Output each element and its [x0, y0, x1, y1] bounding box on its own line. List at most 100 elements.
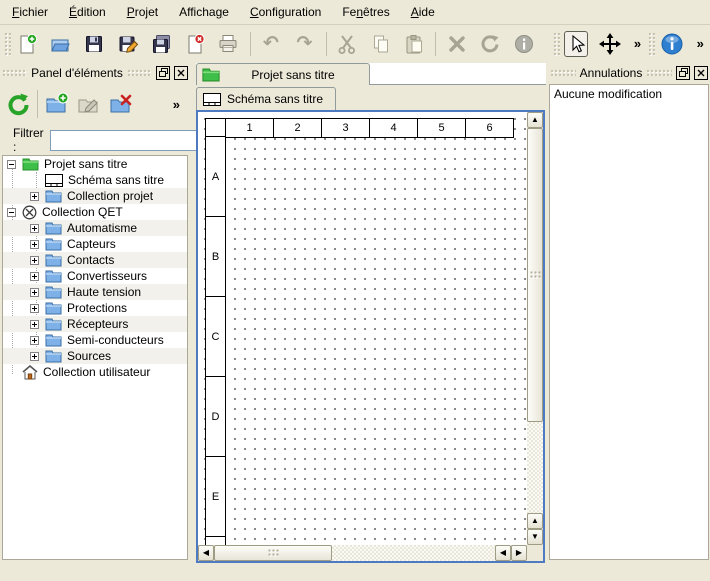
edit-category-button[interactable]	[75, 89, 103, 119]
toolbar-overflow-button[interactable]: »	[694, 36, 707, 51]
save-all-button[interactable]	[149, 31, 174, 57]
save-button[interactable]	[82, 31, 107, 57]
collapse-expander-icon[interactable]	[7, 208, 16, 217]
expand-expander-icon[interactable]	[30, 272, 39, 281]
tree-item-automatisme[interactable]: Automatisme	[3, 220, 187, 236]
scroll-right-button[interactable]: ▶	[511, 545, 527, 561]
save-as-button[interactable]	[115, 31, 140, 57]
open-document-button[interactable]	[48, 31, 73, 57]
expand-expander-icon[interactable]	[30, 256, 39, 265]
toolbar-drag-handle[interactable]	[648, 32, 655, 56]
copy-icon	[370, 33, 392, 55]
expand-expander-icon[interactable]	[30, 240, 39, 249]
float-panel-button[interactable]	[676, 66, 690, 80]
scroll-up-button[interactable]: ▲	[527, 513, 543, 529]
toolbar-drag-handle[interactable]	[553, 32, 560, 56]
schema-canvas[interactable]: 1 2 3 4 5 6 A B C D E ▲ ▲ ▼ ◀	[196, 110, 545, 563]
menu-configuration[interactable]: Configuration	[242, 2, 329, 22]
expand-expander-icon[interactable]	[30, 192, 39, 201]
close-document-button[interactable]	[182, 31, 207, 57]
select-mode-button[interactable]	[564, 31, 589, 57]
rotate-button[interactable]	[478, 31, 503, 57]
element-info-button[interactable]	[512, 31, 537, 57]
paste-button[interactable]	[402, 31, 427, 57]
move-mode-button[interactable]	[597, 31, 622, 57]
vertical-scrollbar[interactable]: ▲ ▲ ▼	[527, 112, 543, 545]
tree-item-schema-sans-titre[interactable]: Schéma sans titre	[3, 172, 187, 188]
float-panel-button[interactable]	[156, 66, 170, 80]
expand-expander-icon[interactable]	[30, 320, 39, 329]
blue-folder-icon	[45, 350, 62, 363]
collapse-expander-icon[interactable]	[7, 160, 16, 169]
delete-category-button[interactable]	[107, 89, 135, 119]
undo-history-list[interactable]: Aucune modification	[549, 84, 709, 560]
float-icon	[679, 68, 688, 77]
tree-item-capteurs[interactable]: Capteurs	[3, 236, 187, 252]
vertical-scroll-thumb[interactable]	[527, 128, 543, 422]
redo-button[interactable]: ↷	[292, 31, 317, 57]
scroll-left-button[interactable]: ◀	[495, 545, 511, 561]
toolbar-overflow-button[interactable]: »	[631, 36, 644, 51]
menu-projet[interactable]: Projet	[119, 2, 166, 22]
schema-drawing-area[interactable]: 1 2 3 4 5 6 A B C D E	[198, 112, 527, 545]
save-as-icon	[117, 33, 139, 55]
expand-expander-icon[interactable]	[30, 352, 39, 361]
scroll-down-button[interactable]: ▼	[527, 529, 543, 545]
tree-item-haute-tension[interactable]: Haute tension	[3, 284, 187, 300]
expand-expander-icon[interactable]	[30, 224, 39, 233]
tree-item-convertisseurs[interactable]: Convertisseurs	[3, 268, 187, 284]
annulations-panel-title: Annulations	[580, 66, 643, 80]
move-cross-icon	[599, 33, 621, 55]
tree-item-contacts[interactable]: Contacts	[3, 252, 187, 268]
menu-fichier[interactable]: Fichier	[4, 2, 56, 22]
undo-list-item[interactable]: Aucune modification	[550, 85, 708, 103]
expand-expander-icon[interactable]	[30, 336, 39, 345]
folder-edit-icon	[77, 92, 101, 116]
new-document-icon	[16, 33, 38, 55]
toolbar-drag-handle[interactable]	[4, 32, 11, 56]
tree-item-projet-sans-titre[interactable]: Projet sans titre	[3, 156, 187, 172]
tree-item-semi-conducteurs[interactable]: Semi-conducteurs	[3, 332, 187, 348]
expand-expander-icon[interactable]	[30, 304, 39, 313]
menu-bar: Fichier Édition Projet Affichage Configu…	[0, 0, 710, 25]
tree-item-recepteurs[interactable]: Récepteurs	[3, 316, 187, 332]
menu-affichage[interactable]: Affichage	[171, 2, 237, 22]
menu-fenetres[interactable]: Fenêtres	[334, 2, 397, 22]
horizontal-scroll-thumb[interactable]	[214, 545, 332, 561]
new-category-button[interactable]	[43, 89, 71, 119]
tab-projet-sans-titre[interactable]: Projet sans titre	[196, 63, 370, 85]
schema-tabbar: Schéma sans titre	[196, 85, 546, 110]
close-panel-button[interactable]	[694, 66, 708, 80]
copy-button[interactable]	[368, 31, 393, 57]
menu-edition[interactable]: Édition	[61, 2, 114, 22]
tree-item-sources[interactable]: Sources	[3, 348, 187, 364]
schema-header-corner	[205, 118, 226, 138]
tree-item-protections[interactable]: Protections	[3, 300, 187, 316]
undo-button[interactable]: ↶	[259, 31, 284, 57]
close-panel-button[interactable]	[174, 66, 188, 80]
tree-item-collection-qet[interactable]: Collection QET	[3, 204, 187, 220]
about-button[interactable]	[659, 31, 685, 57]
status-bar	[0, 563, 710, 581]
tree-item-collection-projet[interactable]: Collection projet	[3, 188, 187, 204]
expand-expander-icon[interactable]	[30, 288, 39, 297]
annulations-panel-titlebar[interactable]: Annulations	[548, 63, 710, 82]
menu-aide[interactable]: Aide	[403, 2, 443, 22]
elements-panel-titlebar[interactable]: Panel d'éléments	[0, 63, 190, 82]
blue-folder-icon	[45, 254, 62, 267]
tree-item-collection-utilisateur[interactable]: Collection utilisateur	[3, 364, 187, 380]
tab-schema-sans-titre[interactable]: Schéma sans titre	[196, 87, 336, 110]
scroll-up-button[interactable]: ▲	[527, 112, 543, 128]
info-gray-icon	[513, 33, 535, 55]
reload-collections-button[interactable]	[4, 89, 32, 119]
new-document-button[interactable]	[15, 31, 40, 57]
print-button[interactable]	[216, 31, 241, 57]
delete-button[interactable]	[444, 31, 469, 57]
dock-handle-texture	[646, 69, 672, 76]
filter-input[interactable]	[50, 130, 213, 151]
project-tabbar: Projet sans titre	[196, 63, 546, 85]
panel-toolbar-overflow-button[interactable]: »	[173, 97, 180, 112]
scroll-left-button[interactable]: ◀	[198, 545, 214, 561]
cut-button[interactable]	[335, 31, 360, 57]
horizontal-scrollbar[interactable]: ◀ ◀ ▶	[198, 545, 527, 561]
